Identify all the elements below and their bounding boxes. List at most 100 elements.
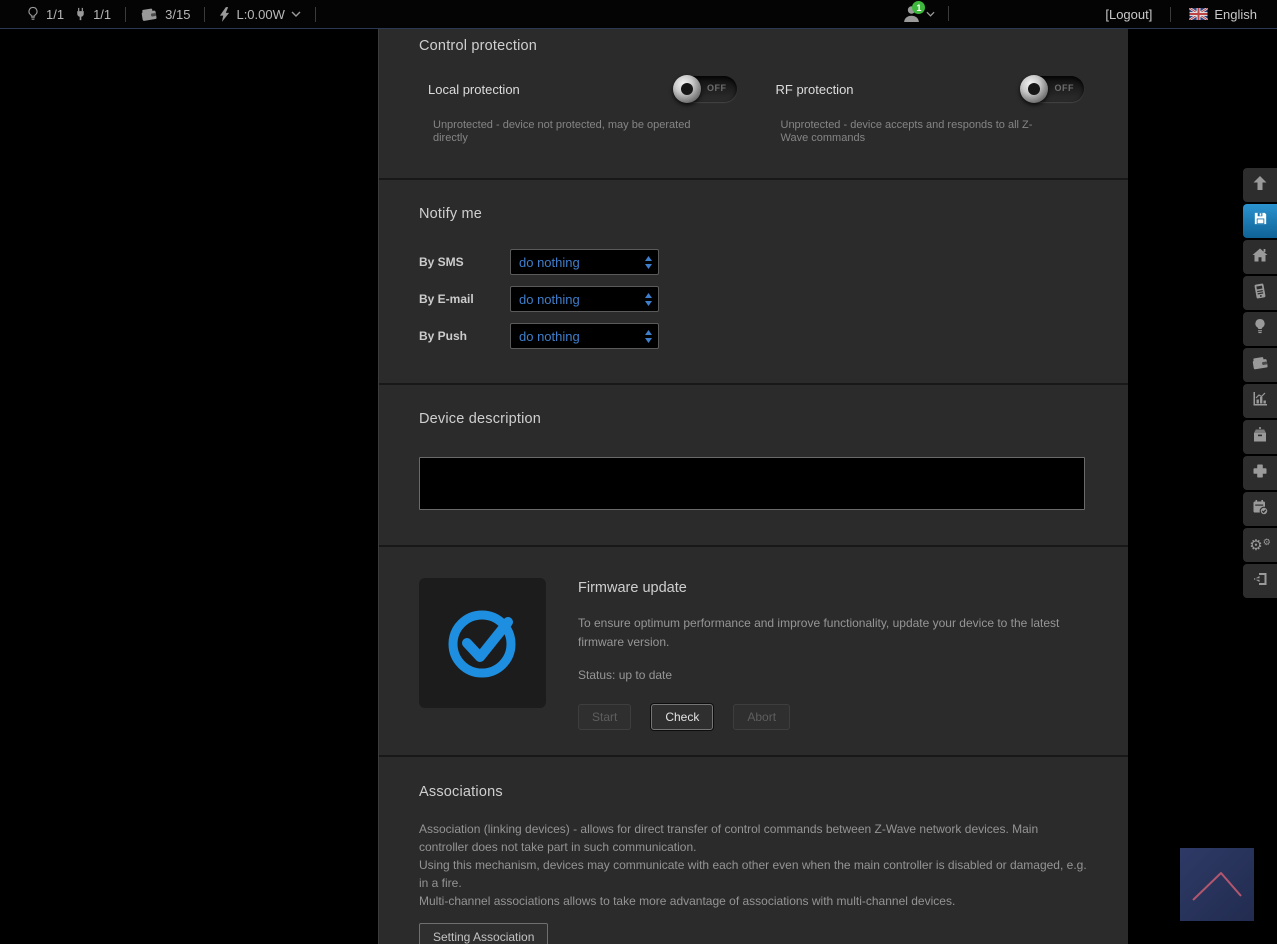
language-selector[interactable]: English xyxy=(1189,7,1257,22)
separator xyxy=(1170,7,1171,22)
settings-gears-icon: ⚙⚙ xyxy=(1249,538,1271,553)
wallet-icon xyxy=(1251,355,1270,376)
modules-button[interactable] xyxy=(1243,456,1277,490)
save-icon xyxy=(1252,210,1269,232)
chevron-down-icon xyxy=(291,11,301,17)
top-bar-status-group: 1/1 1/1 3/15 L:0.00W xyxy=(0,6,320,22)
associations-paragraph: Multi-channel associations allows to tak… xyxy=(419,892,1087,910)
local-protection-description: Unprotected - device not protected, may … xyxy=(419,119,691,145)
lights-count: 1/1 xyxy=(46,7,64,22)
device-settings-panel: Control protection Local protection OFF … xyxy=(378,29,1128,944)
plugs-count: 1/1 xyxy=(93,7,111,22)
plug-icon xyxy=(74,6,87,22)
separator xyxy=(948,6,949,21)
notify-row-push: By Push do nothing xyxy=(419,323,1084,349)
lightbulb-icon xyxy=(1252,318,1268,340)
separator xyxy=(125,7,126,22)
exit-button[interactable] xyxy=(1243,564,1277,598)
home-icon xyxy=(1251,246,1269,269)
settings-button[interactable]: ⚙⚙ xyxy=(1243,528,1277,562)
user-notification-badge: 1 xyxy=(912,1,925,14)
uk-flag-icon xyxy=(1189,8,1208,20)
start-button[interactable]: Start xyxy=(578,704,631,730)
select-arrows-icon xyxy=(644,329,653,349)
section-title: Notify me xyxy=(419,180,1084,222)
toggle-knob xyxy=(673,75,701,103)
top-bar-user-group: 1 [Logout] English xyxy=(901,4,1277,24)
events-button[interactable] xyxy=(1243,492,1277,526)
save-button[interactable] xyxy=(1243,204,1277,238)
firmware-update-description: To ensure optimum performance and improv… xyxy=(578,614,1084,652)
scenes-count: 3/15 xyxy=(165,7,190,22)
lightning-icon xyxy=(219,7,230,22)
events-check-icon xyxy=(1251,498,1269,521)
select-value: do nothing xyxy=(519,255,580,270)
devices-button[interactable] xyxy=(1243,312,1277,346)
section-title: Associations xyxy=(419,757,1084,800)
rf-protection-label: RF protection xyxy=(767,82,854,97)
load-status[interactable]: L:0.00W xyxy=(219,7,300,22)
scroll-top-button[interactable] xyxy=(1243,168,1277,202)
firmware-status-text: Status: up to date xyxy=(578,668,1084,682)
by-email-label: By E-mail xyxy=(419,292,510,306)
plugs-status[interactable]: 1/1 xyxy=(74,6,111,22)
by-sms-select[interactable]: do nothing xyxy=(510,249,659,275)
toggle-knob xyxy=(1020,75,1048,103)
rf-protection-description: Unprotected - device accepts and respond… xyxy=(767,119,1052,145)
toggle-state-label: OFF xyxy=(707,83,727,93)
arrow-up-icon xyxy=(1251,174,1269,197)
select-value: do nothing xyxy=(519,292,580,307)
section-title: Device description xyxy=(419,385,1084,427)
section-title: Control protection xyxy=(419,29,1084,54)
scenes-button[interactable] xyxy=(1243,348,1277,382)
logout-link[interactable]: [Logout] xyxy=(1105,7,1152,22)
scenes-status[interactable]: 3/15 xyxy=(140,7,190,22)
toggle-state-label: OFF xyxy=(1055,83,1075,93)
check-button[interactable]: Check xyxy=(651,704,713,730)
load-value: L:0.00W xyxy=(236,7,284,22)
puzzle-icon xyxy=(1251,462,1269,485)
abort-button[interactable]: Abort xyxy=(733,704,790,730)
setting-association-button[interactable]: Setting Association xyxy=(419,923,548,944)
chart-icon xyxy=(1251,390,1269,413)
separator xyxy=(204,7,205,22)
select-arrows-icon xyxy=(644,255,653,275)
widgets-button[interactable] xyxy=(1243,276,1277,310)
local-protection-block: Local protection OFF Unprotected - devic… xyxy=(419,76,737,145)
firmware-status-card xyxy=(419,578,546,708)
widgets-icon xyxy=(1251,282,1269,305)
analytics-button[interactable] xyxy=(1243,384,1277,418)
firmware-update-title: Firmware update xyxy=(578,580,1084,596)
associations-paragraph: Association (linking devices) - allows f… xyxy=(419,820,1087,856)
section-associations: Associations Association (linking device… xyxy=(379,755,1128,944)
by-push-select[interactable]: do nothing xyxy=(510,323,659,349)
section-notify-me: Notify me By SMS do nothing By E-mail do… xyxy=(379,178,1128,383)
home-button[interactable] xyxy=(1243,240,1277,274)
chevron-down-icon xyxy=(926,11,935,17)
separator xyxy=(315,7,316,22)
section-control-protection: Control protection Local protection OFF … xyxy=(379,29,1128,178)
by-email-select[interactable]: do nothing xyxy=(510,286,659,312)
right-toolbar: ⚙⚙ xyxy=(1243,168,1277,598)
app-screen: 1/1 1/1 3/15 L:0.00W xyxy=(0,0,1277,944)
package-icon xyxy=(1251,426,1269,449)
user-menu[interactable]: 1 xyxy=(901,4,935,24)
notify-row-sms: By SMS do nothing xyxy=(419,249,1084,275)
associations-paragraph: Using this mechanism, devices may commun… xyxy=(419,856,1087,892)
check-circle-icon xyxy=(442,599,524,688)
local-protection-toggle[interactable]: OFF xyxy=(674,76,737,102)
section-device-description: Device description xyxy=(379,383,1128,545)
smart-home-logo xyxy=(1180,848,1254,921)
select-arrows-icon xyxy=(644,292,653,312)
notify-row-email: By E-mail do nothing xyxy=(419,286,1084,312)
lights-status[interactable]: 1/1 xyxy=(26,6,64,22)
wallet-icon xyxy=(140,7,159,22)
by-sms-label: By SMS xyxy=(419,255,510,269)
select-value: do nothing xyxy=(519,329,580,344)
apps-button[interactable] xyxy=(1243,420,1277,454)
by-push-label: By Push xyxy=(419,329,510,343)
section-firmware-update: Firmware update To ensure optimum perfor… xyxy=(379,545,1128,755)
top-bar: 1/1 1/1 3/15 L:0.00W xyxy=(0,0,1277,29)
rf-protection-toggle[interactable]: OFF xyxy=(1021,76,1084,102)
device-description-input[interactable] xyxy=(419,457,1085,510)
